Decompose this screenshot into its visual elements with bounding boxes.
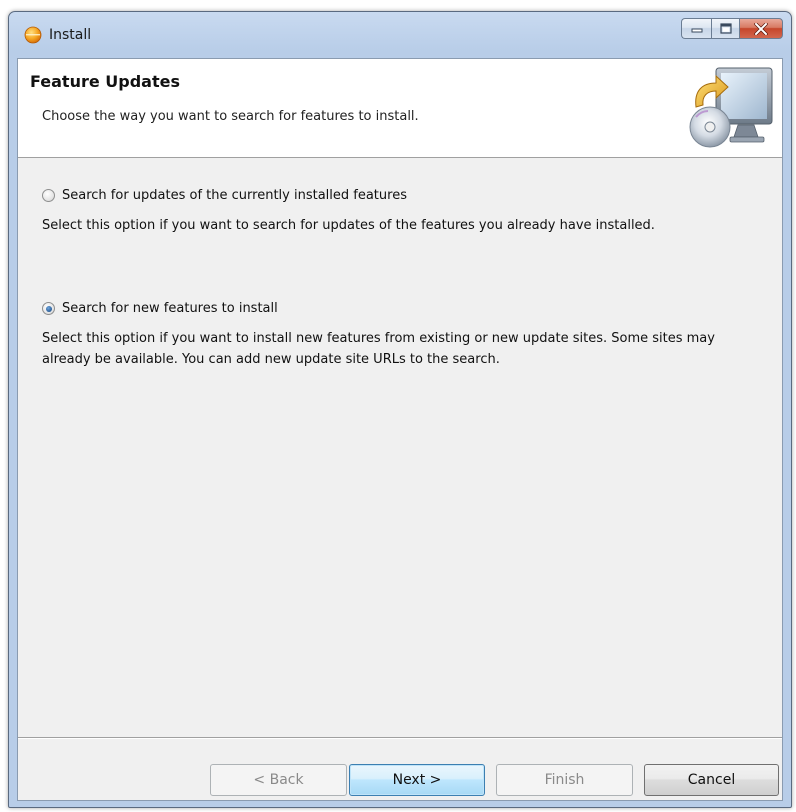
radio-update-installed[interactable]: Search for updates of the currently inst… [42, 188, 762, 203]
radio-button-unchecked[interactable] [42, 189, 55, 202]
eclipse-sun-icon [24, 26, 42, 44]
radio-label[interactable]: Search for new features to install [62, 301, 278, 316]
back-button[interactable]: < Back [210, 764, 347, 796]
install-dialog-window: Install Feature Updates Choose the way y… [8, 11, 792, 808]
finish-button[interactable]: Finish [496, 764, 633, 796]
dialog-client-area: Feature Updates Choose the way you want … [17, 58, 783, 801]
caption-buttons [681, 18, 783, 40]
page-title: Feature Updates [30, 72, 180, 91]
cancel-button[interactable]: Cancel [644, 764, 779, 796]
close-button[interactable] [739, 18, 783, 39]
wizard-banner: Feature Updates Choose the way you want … [18, 59, 782, 158]
computer-install-icon [689, 67, 773, 148]
next-button[interactable]: Next > [349, 764, 485, 796]
title-bar[interactable]: Install [9, 12, 791, 58]
button-bar-separator [18, 737, 782, 739]
option-new-features: Search for new features to install Selec… [42, 301, 762, 370]
close-icon [754, 22, 768, 35]
radio-new-features[interactable]: Search for new features to install [42, 301, 762, 316]
option-description: Select this option if you want to instal… [42, 331, 715, 367]
minimize-button[interactable] [681, 18, 711, 39]
maximize-icon [719, 23, 732, 34]
maximize-button[interactable] [711, 18, 739, 39]
minimize-icon [691, 28, 702, 32]
page-description: Choose the way you want to search for fe… [42, 109, 419, 124]
option-description: Select this option if you want to search… [42, 218, 655, 233]
window-title: Install [49, 27, 92, 43]
radio-button-checked[interactable] [42, 302, 55, 315]
radio-label[interactable]: Search for updates of the currently inst… [62, 188, 407, 203]
option-update-installed: Search for updates of the currently inst… [42, 188, 762, 236]
